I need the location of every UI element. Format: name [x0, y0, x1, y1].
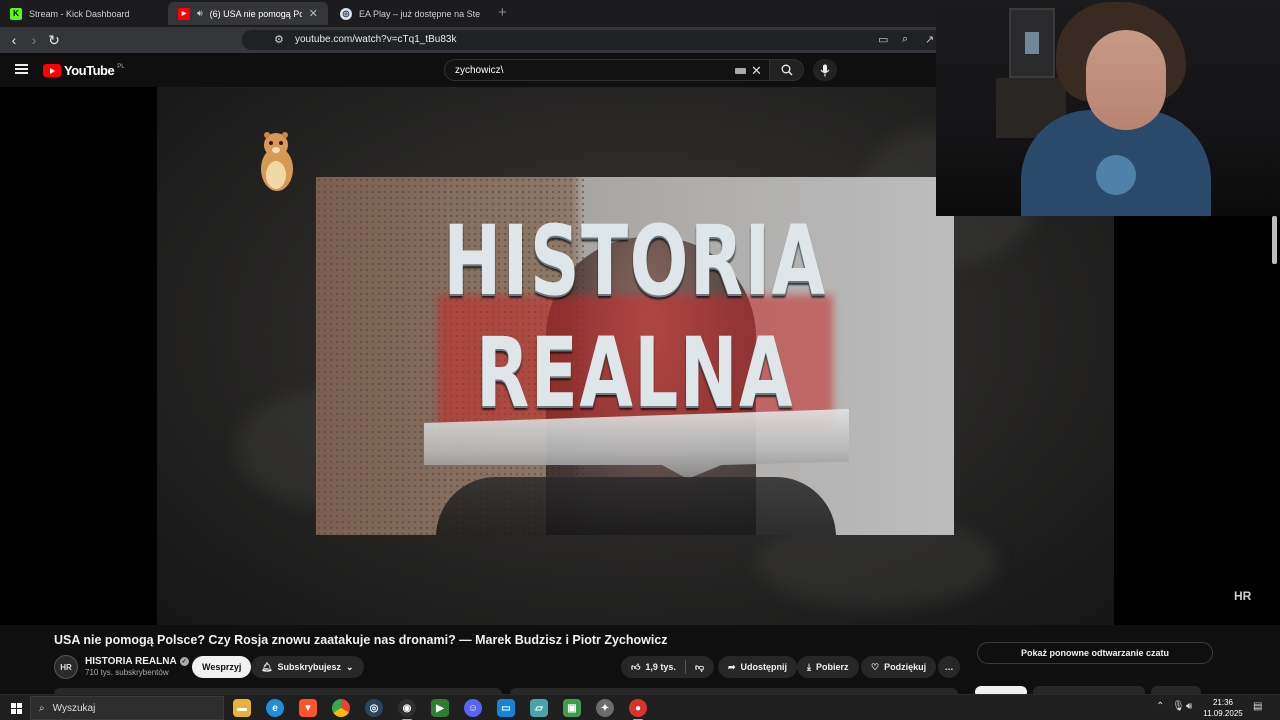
- tab-label: Stream - Kick Dashboard: [29, 8, 130, 19]
- kick-icon: K: [10, 7, 22, 20]
- tab-youtube-video[interactable]: ▶ 🔊︎ (6) USA nie pomogą Polsce? Cz ✕: [168, 2, 328, 25]
- clear-search-icon[interactable]: ✕: [751, 63, 762, 79]
- clock-time: 21:36: [1212, 698, 1234, 707]
- country-code: PL: [117, 64, 125, 70]
- channel-avatar[interactable]: HR: [54, 655, 78, 679]
- channel-intro-graphic: HISTORIA REALNA: [316, 177, 954, 535]
- windows-taskbar: ⌕ Wyszukaj ▬ e ▼ ◎ ◉ ▶ ☺ ▭ ▱ ▣ ✦ ● ⌃ 🎙︎ …: [0, 694, 1280, 720]
- taskbar-search-placeholder: Wyszukaj: [52, 702, 96, 714]
- share-label: Udostępnij: [740, 662, 788, 672]
- zoom-icon[interactable]: ⌕: [902, 33, 908, 46]
- download-button[interactable]: ⤓ Pobierz: [797, 656, 859, 678]
- more-icon: …: [944, 662, 954, 672]
- kick-icon[interactable]: ▶: [431, 699, 449, 717]
- thanks-heart-icon: ♡: [871, 661, 880, 672]
- like-count: 1,9 tys.: [645, 662, 676, 672]
- thumbs-up-icon: 👍︎: [631, 661, 641, 672]
- youtube-play-icon: [43, 64, 61, 77]
- steam-icon[interactable]: ◎: [365, 699, 383, 717]
- logo-text: YouTube: [64, 63, 115, 78]
- cast-icon[interactable]: ▭: [878, 33, 888, 46]
- search-input[interactable]: zychowicz\: [455, 65, 503, 76]
- intro-title-line2: REALNA: [476, 317, 794, 429]
- tab-kick-dashboard[interactable]: K Stream - Kick Dashboard: [0, 2, 166, 25]
- subscriber-count: 710 tys. subskrybentów: [85, 668, 169, 677]
- microphone-icon: [820, 64, 830, 76]
- webcam-overlay: [936, 0, 1280, 216]
- app-blue-icon[interactable]: ▭: [497, 699, 515, 717]
- youtube-logo[interactable]: YouTube PL: [43, 63, 125, 78]
- volume-icon[interactable]: 🔊︎: [1186, 701, 1192, 712]
- file-explorer-icon[interactable]: ▬: [233, 699, 251, 717]
- search-icon: ⌕: [39, 702, 45, 714]
- speaker-icon: 🔊︎: [197, 8, 203, 18]
- taskbar-search[interactable]: ⌕ Wyszukaj: [30, 696, 224, 720]
- intro-title-line1: HISTORIA: [443, 205, 827, 317]
- subscribed-button[interactable]: 🔔︎ Subskrybujesz ⌄: [251, 656, 364, 678]
- bell-icon: 🔔︎: [261, 661, 273, 672]
- obs-icon[interactable]: ◉: [398, 699, 416, 720]
- page-scrollbar[interactable]: [1272, 216, 1277, 264]
- keyboard-icon[interactable]: [735, 68, 746, 74]
- app-red-icon[interactable]: ●: [629, 699, 647, 720]
- start-button[interactable]: [11, 703, 22, 714]
- channel-name-text: HISTORIA REALNA: [85, 656, 177, 667]
- taskbar-clock[interactable]: 21:36 11.09.2025: [1200, 697, 1246, 719]
- app-teal-icon[interactable]: ▱: [530, 699, 548, 717]
- youtube-icon: ▶: [178, 7, 190, 20]
- brave-icon[interactable]: ▼: [299, 699, 317, 717]
- chat-replay-label: Pokaż ponowne odtwarzanie czatu: [1020, 648, 1170, 658]
- chrome-icon[interactable]: [332, 699, 350, 717]
- like-button[interactable]: 👍︎ 1,9 tys. 👎︎: [621, 656, 715, 678]
- channel-watermark[interactable]: HR: [1234, 589, 1251, 603]
- more-actions-button[interactable]: …: [938, 656, 960, 678]
- forward-icon[interactable]: ›: [26, 32, 42, 48]
- support-label: Wesprzyj: [202, 662, 242, 672]
- hamster-sticker-icon: [261, 132, 293, 191]
- tray-chevron-icon[interactable]: ⌃: [1156, 701, 1164, 712]
- site-info-icon[interactable]: ⚙: [274, 33, 284, 46]
- thanks-label: Podziękuj: [884, 662, 927, 672]
- clock-date: 11.09.2025: [1203, 709, 1243, 718]
- new-tab-button[interactable]: +: [498, 4, 507, 21]
- edge-icon[interactable]: e: [266, 699, 284, 717]
- share-icon: ➦: [728, 661, 736, 672]
- chevron-down-icon: ⌄: [345, 661, 354, 672]
- share-button[interactable]: ➦ Udostępnij: [718, 656, 798, 678]
- app-grey-icon[interactable]: ✦: [596, 699, 614, 717]
- search-icon: [781, 64, 792, 76]
- steam-icon: ◎: [340, 7, 352, 20]
- microphone-tray-icon[interactable]: 🎙︎: [1172, 701, 1185, 712]
- download-icon: ⤓: [807, 661, 811, 672]
- verified-badge-icon: ✓: [179, 657, 189, 666]
- search-button[interactable]: [770, 59, 804, 81]
- tab-label: (6) USA nie pomogą Polsce? Cz: [209, 8, 302, 19]
- search-box[interactable]: zychowicz\ ✕: [444, 59, 770, 81]
- thanks-button[interactable]: ♡ Podziękuj: [861, 656, 937, 678]
- back-icon[interactable]: ‹: [6, 32, 22, 48]
- subscribed-label: Subskrybujesz: [277, 662, 341, 672]
- url-text: youtube.com/watch?v=cTq1_tBu83k: [295, 34, 457, 45]
- tab-ea-play-steam[interactable]: ◎ EA Play – już dostępne na Steam: [330, 2, 490, 25]
- notifications-icon[interactable]: ▤: [1253, 701, 1262, 712]
- close-tab-icon[interactable]: ✕: [309, 7, 318, 20]
- menu-icon[interactable]: [15, 64, 28, 74]
- discord-icon[interactable]: ☺: [464, 699, 482, 717]
- support-button[interactable]: Wesprzyj: [192, 656, 252, 678]
- voice-search-button[interactable]: [813, 59, 837, 81]
- tab-label: EA Play – już dostępne na Steam: [359, 8, 480, 19]
- video-title: USA nie pomogą Polsce? Czy Rosja znowu z…: [54, 633, 668, 647]
- chat-replay-button[interactable]: Pokaż ponowne odtwarzanie czatu: [977, 642, 1213, 664]
- address-bar[interactable]: ⚙ youtube.com/watch?v=cTq1_tBu83k ▭ ⌕ ↗: [242, 30, 946, 50]
- reload-icon[interactable]: ↻: [46, 32, 62, 48]
- app-green-icon[interactable]: ▣: [563, 699, 581, 717]
- channel-name[interactable]: HISTORIA REALNA ✓: [85, 656, 189, 667]
- share-page-icon[interactable]: ↗: [925, 33, 934, 46]
- thumbs-down-icon[interactable]: 👎︎: [695, 662, 704, 673]
- download-label: Pobierz: [815, 662, 849, 672]
